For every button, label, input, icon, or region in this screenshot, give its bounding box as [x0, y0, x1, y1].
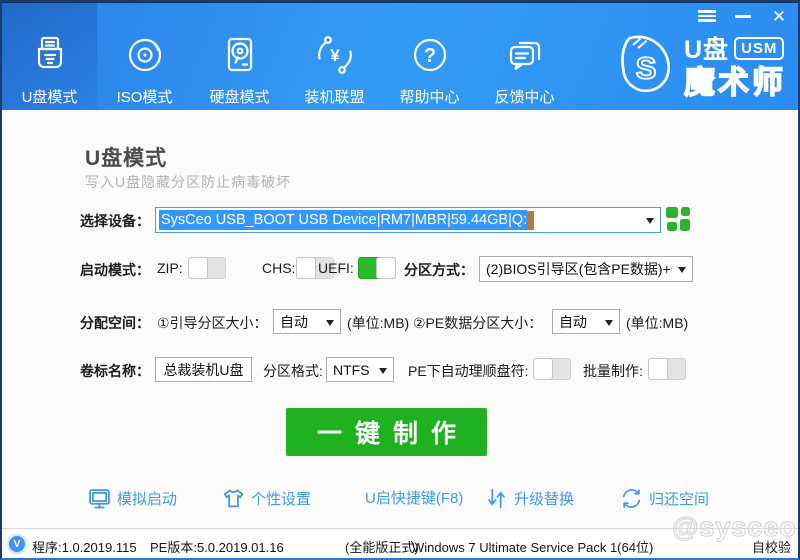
pe-drive-letter-label: PE下自动理顺盘符: — [408, 361, 529, 381]
logo-badge-usm: USM — [734, 37, 784, 60]
chs-label: CHS: — [262, 260, 295, 276]
logo-text-moshushi: 魔术师 — [684, 66, 786, 99]
format-label: 分区格式: — [263, 361, 323, 381]
device-value: SysCeo USB_BOOT USB Device|RM7|MBR|59.44… — [159, 210, 527, 230]
tab-feedback-center[interactable]: 反馈中心 — [477, 3, 572, 110]
window-controls: ✕ — [696, 7, 790, 25]
disc-icon — [123, 33, 167, 77]
circular-arrows-icon — [620, 487, 643, 510]
usm-drop-icon: S — [614, 32, 678, 98]
os-label: Windows 7 Ultimate Service Pack 1(64位) — [412, 537, 653, 556]
tab-label: 装机联盟 — [304, 86, 364, 107]
program-version: 程序:1.0.2019.115 — [32, 537, 137, 556]
page-title: U盘模式 — [85, 142, 167, 172]
svg-text:S: S — [636, 50, 657, 85]
svg-text:¥: ¥ — [330, 46, 340, 65]
app-window: U盘模式 ISO模式 硬盘模式 — [0, 0, 800, 560]
personal-settings-link[interactable]: 个性设置 — [222, 487, 311, 510]
close-icon[interactable]: ✕ — [768, 7, 790, 25]
boot-mode-label: 启动模式： — [0, 260, 150, 280]
partition-mode-select[interactable]: (2)BIOS引导区(包含PE数据)+U盘数 — [479, 256, 693, 282]
question-circle-icon: ? — [408, 33, 452, 77]
partition-mode-label: 分区方式： — [404, 260, 474, 280]
pe-version: PE版本:5.0.2019.01.16 — [150, 537, 284, 556]
link-label: U启快捷键(F8) — [365, 487, 463, 508]
pe-size-value: 自动 — [559, 312, 587, 332]
tab-label: U盘模式 — [22, 86, 78, 107]
return-space-link[interactable]: 归还空间 — [620, 487, 709, 510]
pe-size-label: ②PE数据分区大小： — [413, 313, 542, 333]
status-bar: V 程序:1.0.2019.115 PE版本:5.0.2019.01.16 (全… — [0, 528, 800, 560]
tab-hdd-mode[interactable]: 硬盘模式 — [192, 3, 287, 110]
logo-text-upan: U盘 — [684, 30, 729, 66]
space-label: 分配空间： — [0, 313, 150, 333]
page-subtitle: 写入U盘隐藏分区防止病毒破坏 — [85, 172, 291, 192]
hamburger-menu-icon[interactable] — [696, 7, 718, 25]
zip-toggle[interactable] — [188, 257, 226, 279]
quick-links: 模拟启动 个性设置 U启快捷键(F8) 升级替换 — [0, 487, 800, 511]
yen-circle-icon: ¥ — [313, 33, 357, 77]
simulate-boot-link[interactable]: 模拟启动 — [88, 487, 177, 510]
boot-size-label: ①引导分区大小： — [157, 313, 268, 333]
boot-size-unit: (单位:MB) — [347, 313, 409, 333]
zip-label: ZIP: — [157, 260, 183, 276]
pe-size-select[interactable]: 自动 — [552, 309, 620, 334]
volume-name-input[interactable]: 总裁装机U盘 — [155, 357, 252, 382]
usb-drive-icon — [28, 33, 72, 77]
one-key-make-button[interactable]: 一键制作 — [286, 408, 487, 456]
uefi-toggle[interactable] — [358, 257, 396, 279]
chat-bubbles-icon — [503, 33, 547, 77]
batch-make-label: 批量制作: — [583, 361, 643, 381]
up-down-arrows-icon — [485, 487, 508, 510]
tab-iso-mode[interactable]: ISO模式 — [97, 3, 192, 110]
hard-disk-icon — [218, 33, 262, 77]
pe-size-unit: (单位:MB) — [626, 313, 688, 333]
volume-label: 卷标名称： — [0, 361, 150, 381]
brand-logo: S U盘 USM 魔术师 — [614, 30, 786, 99]
format-value: NTFS — [333, 362, 370, 378]
uefi-label: UEFI: — [318, 260, 354, 276]
svg-text:?: ? — [423, 45, 435, 67]
link-label: 归还空间 — [649, 488, 709, 509]
tab-install-alliance[interactable]: ¥ 装机联盟 — [287, 3, 382, 110]
tab-label: 硬盘模式 — [209, 86, 269, 107]
link-label: 个性设置 — [251, 488, 311, 509]
volume-name-value: 总裁装机U盘 — [163, 360, 243, 380]
hotkey-link[interactable]: U启快捷键(F8) — [365, 487, 463, 508]
tshirt-icon — [222, 487, 245, 510]
link-label: 升级替换 — [514, 488, 574, 509]
minimize-icon[interactable] — [732, 7, 754, 25]
partition-mode-value: (2)BIOS引导区(包含PE数据)+U盘数 — [486, 259, 672, 279]
self-check-link[interactable]: 自校验 — [752, 537, 791, 556]
version-badge: V — [9, 536, 25, 552]
nav-tabs: U盘模式 ISO模式 硬盘模式 — [2, 3, 572, 110]
chevron-down-icon — [646, 218, 654, 228]
upgrade-replace-link[interactable]: 升级替换 — [485, 487, 574, 510]
header: U盘模式 ISO模式 硬盘模式 — [0, 0, 800, 110]
tab-label: ISO模式 — [117, 86, 173, 107]
device-label: 选择设备： — [0, 211, 150, 231]
boot-size-select[interactable]: 自动 — [273, 309, 341, 334]
link-label: 模拟启动 — [117, 488, 177, 509]
format-select[interactable]: NTFS — [326, 357, 394, 382]
pe-drive-letter-toggle[interactable] — [533, 358, 571, 380]
tab-help-center[interactable]: ? 帮助中心 — [382, 3, 477, 110]
main-panel: U盘模式 写入U盘隐藏分区防止病毒破坏 选择设备： SysCeo USB_BOO… — [0, 110, 800, 528]
text-caret — [527, 211, 534, 230]
monitor-icon — [88, 487, 111, 510]
tab-usb-mode[interactable]: U盘模式 — [2, 3, 97, 110]
batch-make-toggle[interactable] — [648, 358, 686, 380]
tab-label: 反馈中心 — [494, 86, 554, 107]
boot-size-value: 自动 — [280, 312, 308, 332]
device-combobox[interactable]: SysCeo USB_BOOT USB Device|RM7|MBR|59.44… — [155, 207, 661, 233]
edition-label: (全能版正式) — [345, 537, 419, 556]
tab-label: 帮助中心 — [399, 86, 459, 107]
disk-manager-icon[interactable] — [666, 207, 692, 233]
